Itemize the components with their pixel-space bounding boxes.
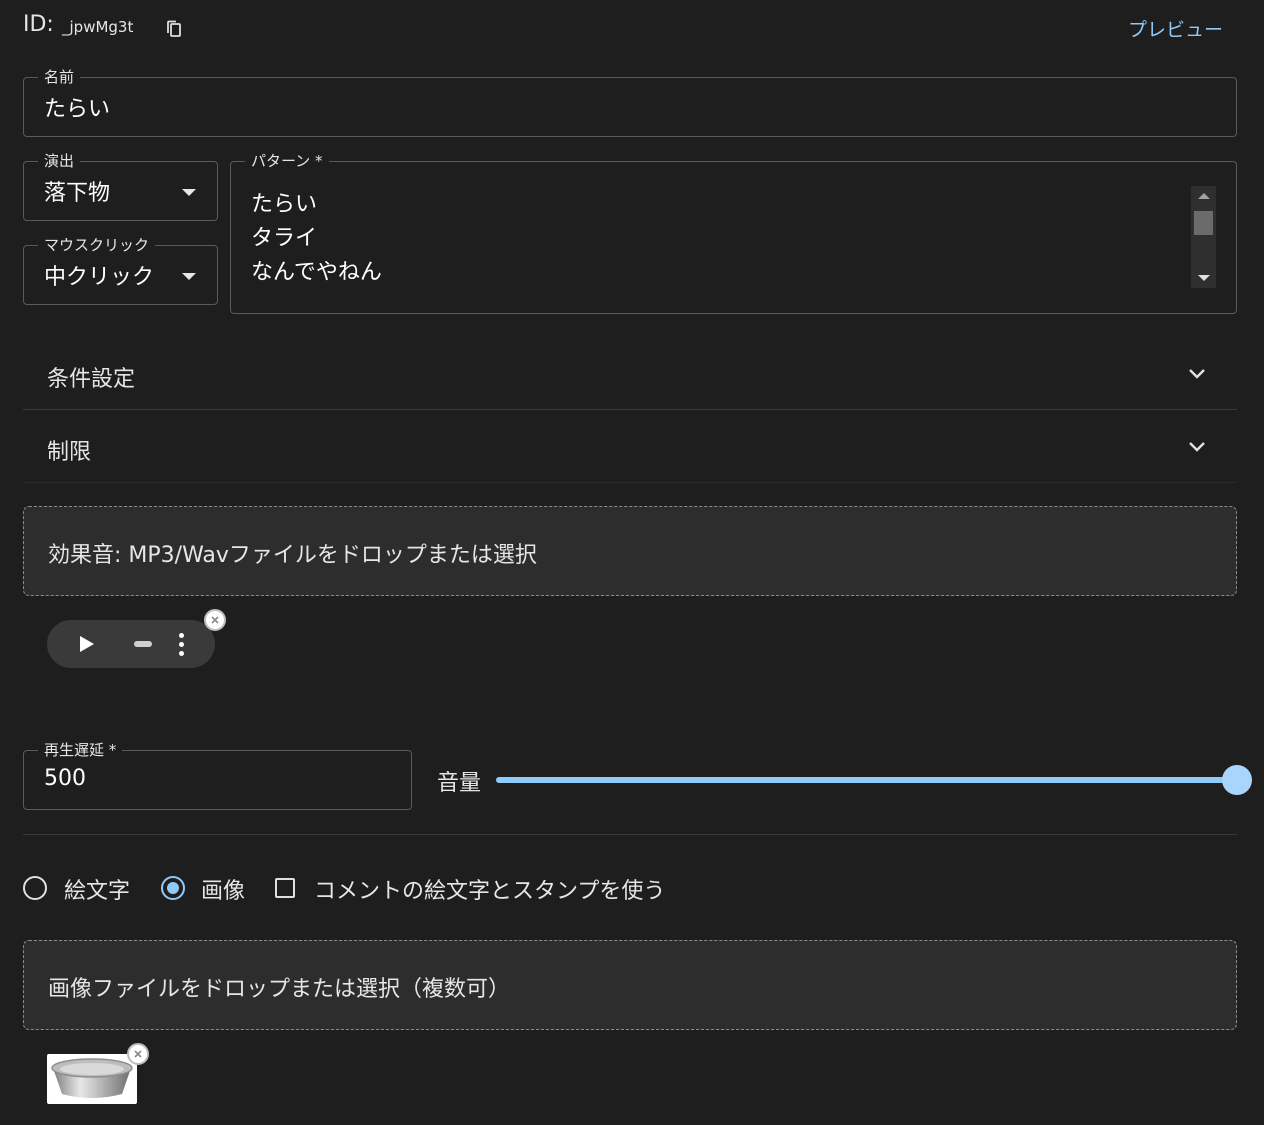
dropdown-arrow-icon xyxy=(182,189,196,196)
accordion-conditions-title: 条件設定 xyxy=(47,367,136,392)
image-dropzone-text: 画像ファイルをドロップまたは選択（複数可） xyxy=(48,977,511,1002)
remove-sound-icon[interactable] xyxy=(204,609,226,631)
mouse-click-select-value: 中クリック xyxy=(44,265,155,290)
play-icon[interactable] xyxy=(80,636,94,652)
image-dropzone[interactable]: 画像ファイルをドロップまたは選択（複数可） xyxy=(23,940,1237,1030)
accordion-limits[interactable]: 制限 xyxy=(23,410,1237,482)
preview-button[interactable]: プレビュー xyxy=(1128,15,1223,42)
sound-dropzone[interactable]: 効果音: MP3/Wavファイルをドロップまたは選択 xyxy=(23,506,1237,596)
pattern-line: タライ xyxy=(251,226,318,251)
image-radio[interactable] xyxy=(161,876,185,900)
chevron-down-icon xyxy=(1189,442,1205,452)
effect-select-label: 演出 xyxy=(38,151,81,171)
basin-image-thumbnail xyxy=(47,1054,137,1104)
pattern-lines: たらい タライ なんでやねん xyxy=(251,188,382,290)
copy-icon[interactable] xyxy=(166,20,182,38)
pattern-line: たらい xyxy=(251,192,318,217)
scroll-thumb[interactable] xyxy=(1194,211,1213,235)
dropdown-arrow-icon xyxy=(182,273,196,280)
progress-dash-icon[interactable] xyxy=(134,641,152,647)
accordion-bottom-shadow xyxy=(23,482,1237,483)
pattern-textarea-label: パターン * xyxy=(245,151,329,171)
accordion-divider xyxy=(23,409,1237,410)
chevron-down-icon xyxy=(1189,369,1205,379)
remove-image-icon[interactable] xyxy=(127,1043,149,1065)
pattern-textarea[interactable]: パターン * たらい タライ なんでやねん xyxy=(230,151,1237,314)
sound-dropzone-text: 効果音: MP3/Wavファイルをドロップまたは選択 xyxy=(48,543,537,568)
pattern-line: なんでやねん xyxy=(251,260,382,285)
mouse-click-select[interactable]: マウスクリック 中クリック xyxy=(23,235,218,305)
name-field[interactable]: 名前 たらい xyxy=(23,67,1237,137)
name-field-value: たらい xyxy=(44,97,111,122)
id-value: _jpwMg3t xyxy=(62,18,134,36)
delay-field-label: 再生遅延 * xyxy=(38,740,123,760)
textarea-scrollbar[interactable] xyxy=(1191,186,1216,288)
section-divider xyxy=(23,834,1237,835)
volume-slider-track[interactable] xyxy=(496,777,1238,783)
accordion-group: 条件設定 制限 xyxy=(23,337,1237,483)
accordion-limits-title: 制限 xyxy=(47,440,92,465)
volume-label: 音量 xyxy=(437,771,482,796)
effect-select-value: 落下物 xyxy=(44,181,111,206)
comment-emoji-checkbox-label: コメントの絵文字とスタンプを使う xyxy=(314,879,666,904)
name-field-label: 名前 xyxy=(38,67,81,87)
audio-player xyxy=(47,620,215,668)
id-label: ID: xyxy=(23,12,54,37)
accordion-conditions[interactable]: 条件設定 xyxy=(23,337,1237,409)
delay-field-value: 500 xyxy=(44,766,86,791)
image-radio-label: 画像 xyxy=(201,879,246,904)
volume-slider-thumb[interactable] xyxy=(1222,765,1252,795)
delay-field[interactable]: 再生遅延 * 500 xyxy=(23,740,412,810)
scroll-down-icon[interactable] xyxy=(1198,275,1210,281)
mouse-click-select-label: マウスクリック xyxy=(38,235,156,255)
emoji-radio[interactable] xyxy=(23,876,47,900)
scroll-up-icon[interactable] xyxy=(1198,193,1210,199)
effect-select[interactable]: 演出 落下物 xyxy=(23,151,218,221)
emoji-radio-label: 絵文字 xyxy=(64,879,131,904)
comment-emoji-checkbox[interactable] xyxy=(275,878,295,898)
more-vert-icon[interactable] xyxy=(177,633,187,657)
